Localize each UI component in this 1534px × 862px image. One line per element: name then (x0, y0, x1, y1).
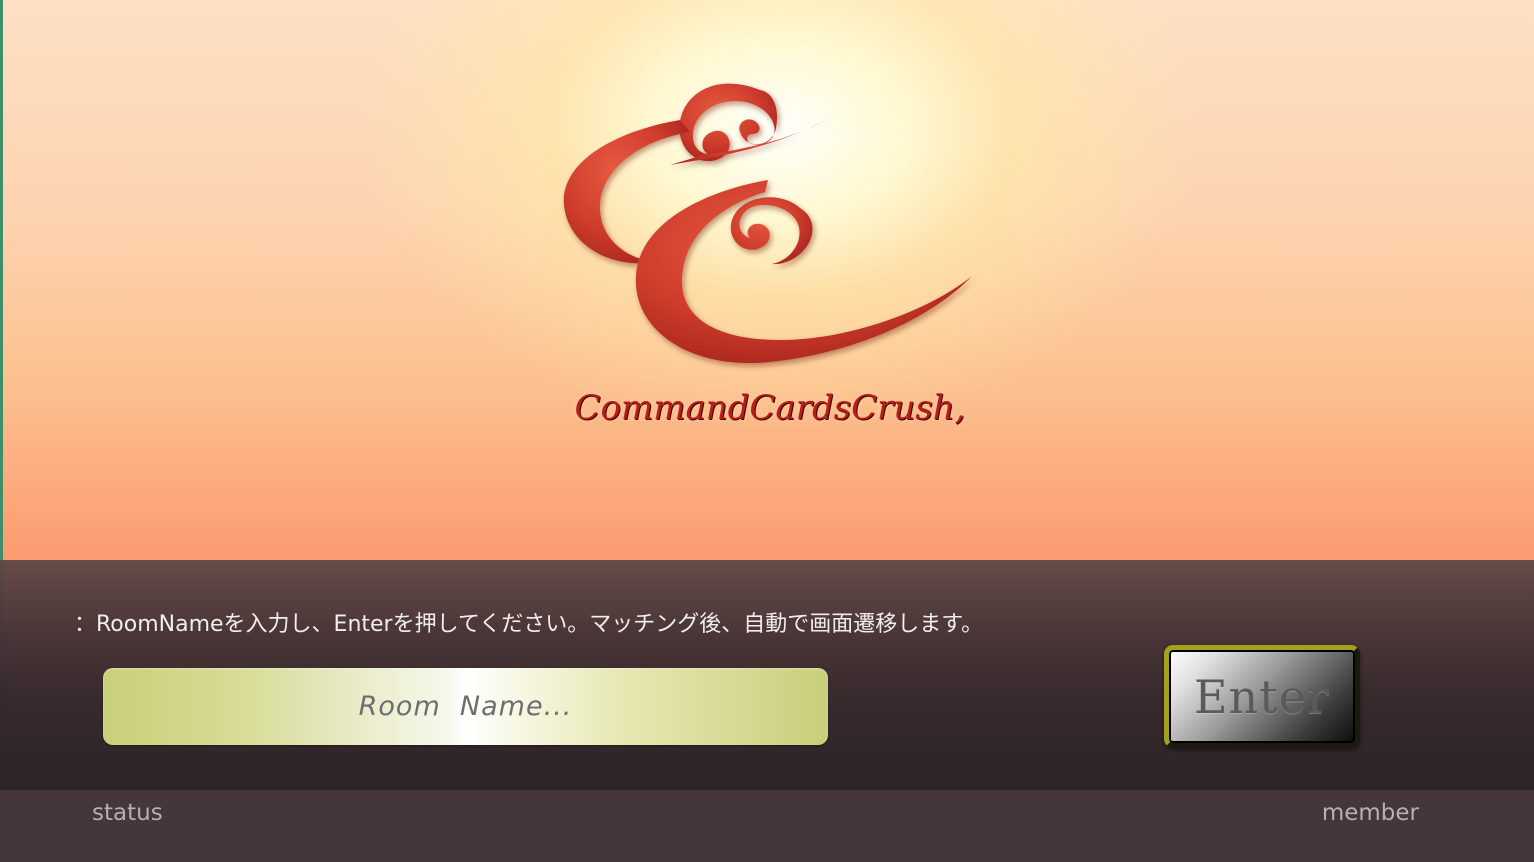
member-label: member (1321, 800, 1419, 826)
game-logo: CommandCardsCrush, (540, 40, 1000, 440)
instruction-text: ：RoomNameを入力し、Enterを押してください。マッチング後、自動で画面… (74, 612, 984, 637)
footer-bar (0, 790, 1534, 862)
game-screen: CommandCardsCrush, ：RoomNameを入力し、Enterを押… (0, 0, 1534, 862)
double-e-logo-icon (563, 83, 972, 364)
enter-button[interactable]: Enter (1164, 645, 1360, 748)
game-title: CommandCardsCrush, (574, 388, 966, 428)
room-name-input[interactable] (103, 668, 828, 745)
status-label: status (92, 800, 163, 826)
